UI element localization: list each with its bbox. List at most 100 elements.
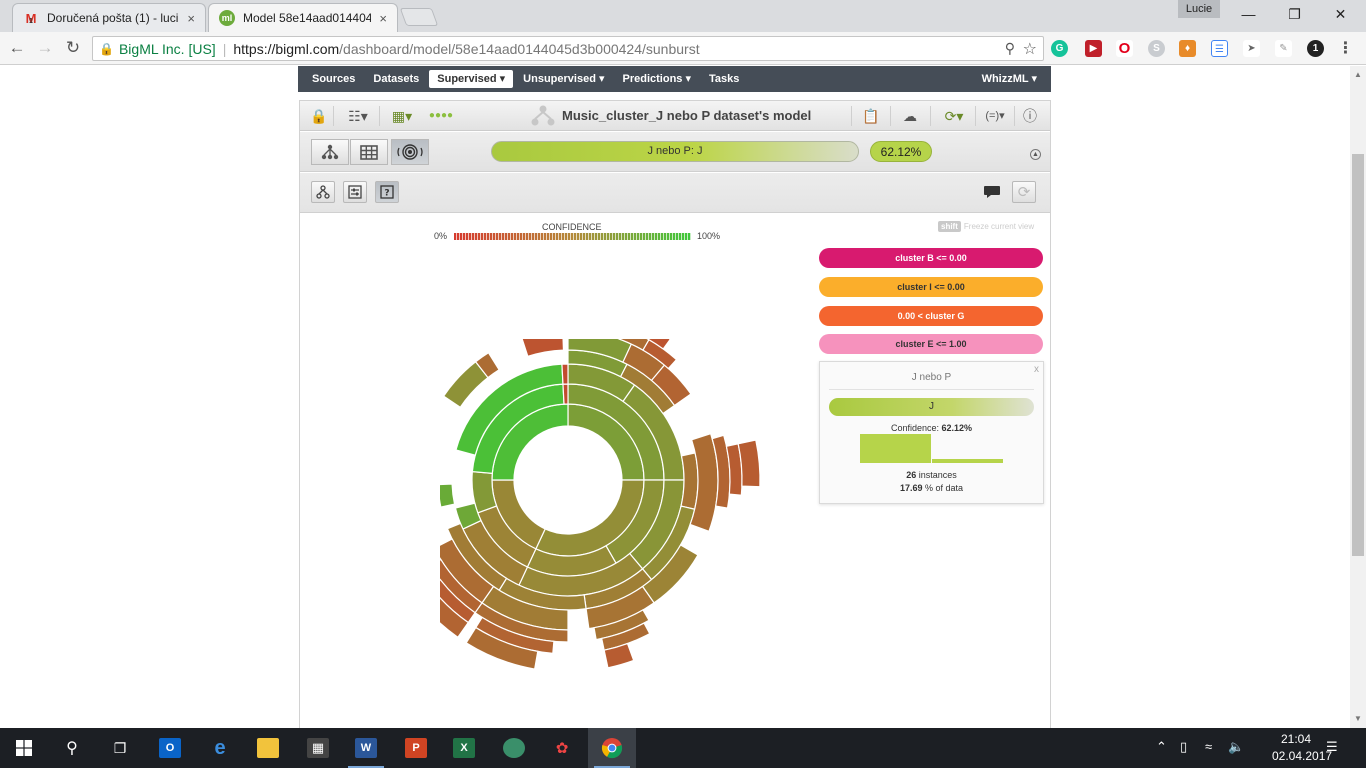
browser-tab-strip: M1 Doručená pošta (1) - luci × ml Model …	[0, 0, 1366, 32]
confidence-legend-min: 0%	[434, 231, 448, 241]
media-extension-icon[interactable]: ▶	[1085, 40, 1102, 57]
prediction-menu-icon[interactable]: ⟳▾	[940, 107, 968, 125]
question-mode-button[interactable]: ?	[375, 181, 399, 203]
tab-bigml-model[interactable]: ml Model 58e14aad014404 ×	[208, 3, 398, 32]
sunburst-segment-39[interactable]	[521, 339, 565, 358]
refresh-button[interactable]: ⟳	[1012, 181, 1036, 203]
start-button[interactable]	[0, 728, 48, 768]
model-type-icon[interactable]: ▦▾	[388, 107, 416, 125]
taskbar-chrome[interactable]	[588, 728, 636, 768]
lock-icon[interactable]: 🔒	[310, 107, 327, 125]
scroll-up-icon[interactable]: ▲	[1354, 70, 1362, 79]
model-card: 🔒 ☷▾ ▦▾ ●●●● Music_cluster_J nebo P data…	[299, 100, 1051, 728]
formula-icon[interactable]: (=)▾	[980, 107, 1010, 125]
table-view-button[interactable]	[350, 139, 388, 165]
nav-datasets[interactable]: Datasets	[365, 70, 427, 88]
puzzle-extension-icon[interactable]: ♦	[1179, 40, 1196, 57]
sunburst-segment-28[interactable]	[440, 483, 456, 508]
sunburst-segment-23[interactable]	[680, 452, 699, 510]
pdf-icon[interactable]: ✎	[1275, 40, 1292, 57]
confidence-gradient	[454, 233, 691, 240]
action-center-icon[interactable]: ☰	[1326, 739, 1338, 755]
new-tab-button[interactable]	[399, 8, 439, 26]
panel-prediction: J	[829, 398, 1034, 416]
cloud-download-icon[interactable]: ☁	[900, 107, 920, 125]
scrollbar-thumb[interactable]	[1352, 154, 1364, 556]
page-scrollbar[interactable]: ▲ ▼	[1350, 66, 1366, 728]
nav-predictions[interactable]: Predictions ▾	[615, 70, 699, 88]
taskbar-edge[interactable]: e	[196, 728, 244, 768]
node-info-panel: J nebo P x J Confidence: 62.12% 26 insta…	[819, 361, 1044, 504]
tree-options-icon[interactable]: ☷▾	[344, 107, 372, 125]
taskbar-word[interactable]: W	[342, 728, 390, 768]
taskbar-globe-app[interactable]	[490, 728, 538, 768]
panel-close-icon[interactable]: x	[1034, 364, 1039, 375]
address-bar[interactable]: 🔒 BigML Inc. [US] | https://bigml.com/da…	[92, 36, 1044, 61]
clipboard-icon[interactable]: 📋	[861, 107, 881, 125]
split-view-button[interactable]	[311, 181, 335, 203]
tray-chevron-icon[interactable]: ⌃	[1156, 739, 1167, 755]
tree-view-button[interactable]	[311, 139, 349, 165]
battery-icon[interactable]: ▯	[1180, 739, 1187, 755]
restore-icon[interactable]: ❐	[1272, 2, 1317, 26]
nav-unsupervised[interactable]: Unsupervised ▾	[515, 70, 612, 88]
sunburst-segment-53[interactable]	[737, 439, 761, 488]
lock-icon: 🔒	[99, 41, 114, 56]
volume-icon[interactable]: 🔈	[1228, 739, 1244, 755]
menu-kebab-icon[interactable]: ⋮	[1337, 40, 1354, 57]
speech-bubble-icon	[984, 186, 1000, 198]
options-bar: ? ⟳	[300, 173, 1050, 213]
taskbar-powerpoint[interactable]: P	[392, 728, 440, 768]
docs-icon[interactable]: ☰	[1211, 40, 1228, 57]
taskbar-outlook[interactable]: O	[146, 728, 194, 768]
comment-button[interactable]	[980, 181, 1004, 203]
rule-pill-3[interactable]: 0.00 < cluster G	[819, 306, 1043, 326]
skype-icon[interactable]: S	[1148, 40, 1165, 57]
grammarly-icon[interactable]: G	[1051, 40, 1068, 57]
profile-badge[interactable]: Lucie	[1178, 0, 1220, 18]
forward-icon[interactable]: →	[34, 37, 56, 59]
panel-data-share: 17.69 % of data	[899, 483, 964, 493]
nav-whizzml[interactable]: WhizzML ▾	[974, 70, 1045, 88]
shift-hint-text: Freeze current view	[963, 222, 1035, 231]
grid-icon	[360, 144, 378, 160]
taskbar-explorer[interactable]	[244, 728, 292, 768]
tray-time[interactable]: 21:04	[1272, 732, 1320, 746]
bookmark-star-icon[interactable]: ☆	[1023, 39, 1037, 59]
taskbar-excel[interactable]: X	[440, 728, 488, 768]
close-icon[interactable]: ×	[379, 11, 387, 26]
minimize-icon[interactable]: —	[1226, 2, 1271, 26]
info-icon[interactable]: ⓘ	[1021, 107, 1039, 125]
task-view-icon: ❐	[113, 739, 127, 756]
sunburst-segment-20[interactable]	[561, 363, 569, 385]
back-icon[interactable]: ←	[6, 37, 28, 59]
search-button[interactable]: ⚲	[48, 728, 96, 768]
window-close-icon[interactable]: ✕	[1318, 2, 1363, 26]
close-icon[interactable]: ×	[187, 11, 195, 26]
nav-tasks[interactable]: Tasks	[701, 70, 747, 88]
task-view-button[interactable]: ❐	[96, 728, 144, 768]
rule-pill-2[interactable]: cluster I <= 0.00	[819, 277, 1043, 297]
tray-date[interactable]: 02.04.2017	[1272, 749, 1332, 763]
sunburst-segment-12[interactable]	[562, 383, 569, 405]
view-bar: J nebo P: J 62.12% ▲	[300, 132, 1050, 172]
taskbar-paint[interactable]: ✿	[538, 728, 586, 768]
notification-badge-icon[interactable]: 1	[1307, 40, 1324, 57]
send-icon[interactable]: ➤	[1243, 40, 1260, 57]
sunburst-area: CONFIDENCE 0% 100% shift Freeze current v…	[300, 214, 1050, 728]
opera-icon[interactable]: O	[1116, 40, 1133, 57]
filter-sliders-button[interactable]	[343, 181, 367, 203]
zoom-icon[interactable]: ⚲	[1005, 40, 1015, 57]
sunburst-view-button[interactable]	[391, 139, 429, 165]
sunburst-chart[interactable]	[440, 339, 780, 699]
wifi-icon[interactable]: ≈	[1205, 739, 1212, 754]
reload-icon[interactable]: ↻	[62, 37, 84, 59]
tab-gmail[interactable]: M1 Doručená pošta (1) - luci ×	[12, 3, 206, 32]
rule-pill-4[interactable]: cluster E <= 1.00	[819, 334, 1043, 354]
nav-sources[interactable]: Sources	[304, 70, 363, 88]
nav-supervised[interactable]: Supervised ▾	[429, 70, 514, 88]
scroll-down-icon[interactable]: ▼	[1354, 714, 1362, 723]
taskbar-calculator[interactable]: ▦	[294, 728, 342, 768]
rule-pill-1[interactable]: cluster B <= 0.00	[819, 248, 1043, 268]
collapse-icon[interactable]: ▲	[1030, 149, 1041, 160]
